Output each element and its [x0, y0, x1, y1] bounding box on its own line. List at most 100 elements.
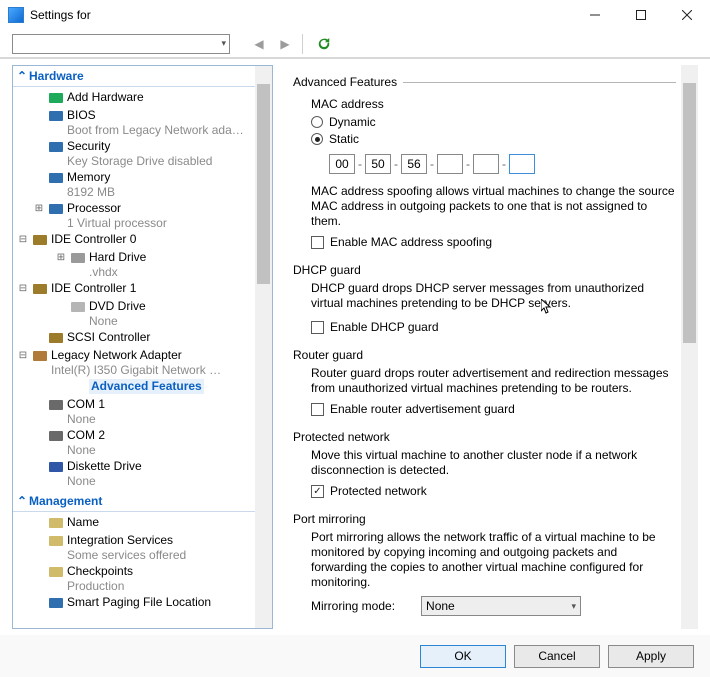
node-label: Advanced Features — [89, 379, 204, 394]
sidebar-scrollbar[interactable] — [255, 66, 272, 628]
section-management-label: Management — [29, 494, 102, 508]
toolbar-sep — [302, 34, 303, 54]
node-label: Legacy Network Adapter — [51, 348, 221, 363]
titlebar: Settings for — [0, 0, 710, 30]
refresh-button[interactable] — [313, 33, 335, 55]
ok-button[interactable]: OK — [420, 645, 506, 668]
node-sublabel: Some services offered — [67, 548, 186, 562]
tree-node-adv-feat[interactable]: Advanced Features — [13, 378, 254, 396]
node-sublabel: None — [67, 474, 142, 488]
node-icon — [47, 139, 65, 155]
close-button[interactable] — [664, 0, 710, 30]
node-icon — [31, 348, 49, 364]
node-label: BIOS — [67, 108, 244, 123]
node-icon — [69, 250, 87, 266]
minimize-button[interactable] — [572, 0, 618, 30]
node-label: IDE Controller 1 — [51, 281, 136, 296]
section-hardware[interactable]: ⌃ Hardware — [13, 66, 272, 87]
dhcp-guard-desc: DHCP guard drops DHCP server messages fr… — [311, 281, 676, 311]
expander-icon[interactable]: ⊟ — [15, 232, 31, 248]
vm-selector-combo[interactable]: ▾ — [12, 34, 230, 54]
mac-spoof-desc: MAC address spoofing allows virtual mach… — [311, 184, 676, 229]
mac-octet-0[interactable] — [329, 154, 355, 174]
port-mirroring-label: Port mirroring — [293, 512, 676, 526]
mac-octet-4[interactable] — [473, 154, 499, 174]
node-icon — [31, 232, 49, 248]
tree-node-name[interactable]: Name — [13, 514, 254, 532]
expander-icon[interactable]: ⊞ — [53, 250, 69, 266]
mac-octet-3[interactable] — [437, 154, 463, 174]
node-icon — [47, 428, 65, 444]
tree-node-memory[interactable]: Memory8192 MB — [13, 169, 254, 200]
expander-icon[interactable]: ⊟ — [15, 348, 31, 364]
mac-spoof-checkbox[interactable]: Enable MAC address spoofing — [311, 235, 676, 249]
tree-node-harddrive[interactable]: ⊞Hard Drive.vhdx — [13, 249, 254, 280]
node-icon — [69, 299, 87, 315]
tree-node-processor[interactable]: ⊞Processor1 Virtual processor — [13, 200, 254, 231]
tree-node-smartpaging[interactable]: Smart Paging File Location — [13, 594, 254, 612]
chevron-up-icon: ⌃ — [15, 494, 29, 508]
tree-node-add-hardware[interactable]: Add Hardware — [13, 89, 254, 107]
router-guard-label: Router guard — [293, 348, 676, 362]
node-label: Memory — [67, 170, 115, 185]
mac-octet-1[interactable] — [365, 154, 391, 174]
mirroring-mode-select[interactable]: None▾ — [421, 596, 581, 616]
tree-node-dvd[interactable]: DVD DriveNone — [13, 298, 254, 329]
nav-back-button[interactable]: ◀ — [248, 33, 270, 55]
tree-node-ide1[interactable]: ⊟ IDE Controller 1 — [13, 280, 254, 298]
dhcp-guard-checkbox[interactable]: Enable DHCP guard — [311, 320, 676, 334]
router-guard-checkbox[interactable]: Enable router advertisement guard — [311, 402, 676, 416]
panel-scrollbar[interactable] — [681, 65, 698, 629]
maximize-button[interactable] — [618, 0, 664, 30]
mac-dynamic-radio[interactable]: Dynamic — [311, 115, 676, 129]
node-icon — [47, 201, 65, 217]
node-label: Processor — [67, 201, 167, 216]
section-management[interactable]: ⌃ Management — [13, 491, 272, 512]
expander-icon[interactable]: ⊟ — [15, 281, 31, 297]
nav-forward-button[interactable]: ▶ — [274, 33, 296, 55]
tree-node-legacy-net[interactable]: ⊟ Legacy Network AdapterIntel(R) I350 Gig… — [13, 347, 254, 378]
tree-node-scsi[interactable]: SCSI Controller — [13, 329, 254, 347]
node-icon — [47, 459, 65, 475]
chevron-down-icon: ▾ — [221, 38, 226, 49]
node-icon — [47, 397, 65, 413]
tree-node-ide0[interactable]: ⊟ IDE Controller 0 — [13, 231, 254, 249]
expander-icon[interactable]: ⊞ — [31, 201, 47, 217]
node-icon — [47, 108, 65, 124]
tree-node-security[interactable]: SecurityKey Storage Drive disabled — [13, 138, 254, 169]
tree-node-checkpoints[interactable]: CheckpointsProduction — [13, 563, 254, 594]
mac-octet-2[interactable] — [401, 154, 427, 174]
settings-tree[interactable]: ⌃ Hardware Add Hardware BIOSBoot from Leg… — [12, 65, 273, 629]
mac-address-fields: - - - - - — [329, 154, 676, 174]
tree-node-diskette[interactable]: Diskette DriveNone — [13, 458, 254, 489]
node-label: Name — [67, 515, 99, 530]
dialog-footer: OK Cancel Apply — [0, 635, 710, 677]
apply-button[interactable]: Apply — [608, 645, 694, 668]
mac-static-radio[interactable]: Static — [311, 132, 676, 146]
node-icon — [47, 90, 65, 106]
panel-title-row: Advanced Features — [293, 75, 676, 89]
tree-node-integration[interactable]: Integration ServicesSome services offere… — [13, 532, 254, 563]
cancel-button[interactable]: Cancel — [514, 645, 600, 668]
tree-node-bios[interactable]: BIOSBoot from Legacy Network ada… — [13, 107, 254, 138]
node-label: Hard Drive — [89, 250, 146, 265]
node-sublabel: 8192 MB — [67, 185, 115, 199]
tree-node-com2[interactable]: COM 2None — [13, 427, 254, 458]
node-sublabel: Intel(R) I350 Gigabit Network … — [51, 363, 221, 377]
node-label: Integration Services — [67, 533, 186, 548]
section-hardware-label: Hardware — [29, 69, 84, 83]
node-sublabel: None — [67, 443, 105, 457]
mac-octet-5[interactable] — [509, 154, 535, 174]
settings-panel: Advanced Features MAC address Dynamic St… — [279, 65, 698, 629]
node-sublabel: None — [67, 412, 105, 426]
chevron-up-icon: ⌃ — [15, 69, 29, 83]
tree-node-com1[interactable]: COM 1None — [13, 396, 254, 427]
node-label: Add Hardware — [67, 90, 144, 105]
protected-network-checkbox[interactable]: Protected network — [311, 484, 676, 498]
router-guard-desc: Router guard drops router advertisement … — [311, 366, 676, 396]
node-icon — [47, 595, 65, 611]
toolbar: ▾ ◀ ▶ — [0, 30, 710, 58]
node-icon — [47, 564, 65, 580]
node-label: IDE Controller 0 — [51, 232, 136, 247]
node-label: SCSI Controller — [67, 330, 150, 345]
